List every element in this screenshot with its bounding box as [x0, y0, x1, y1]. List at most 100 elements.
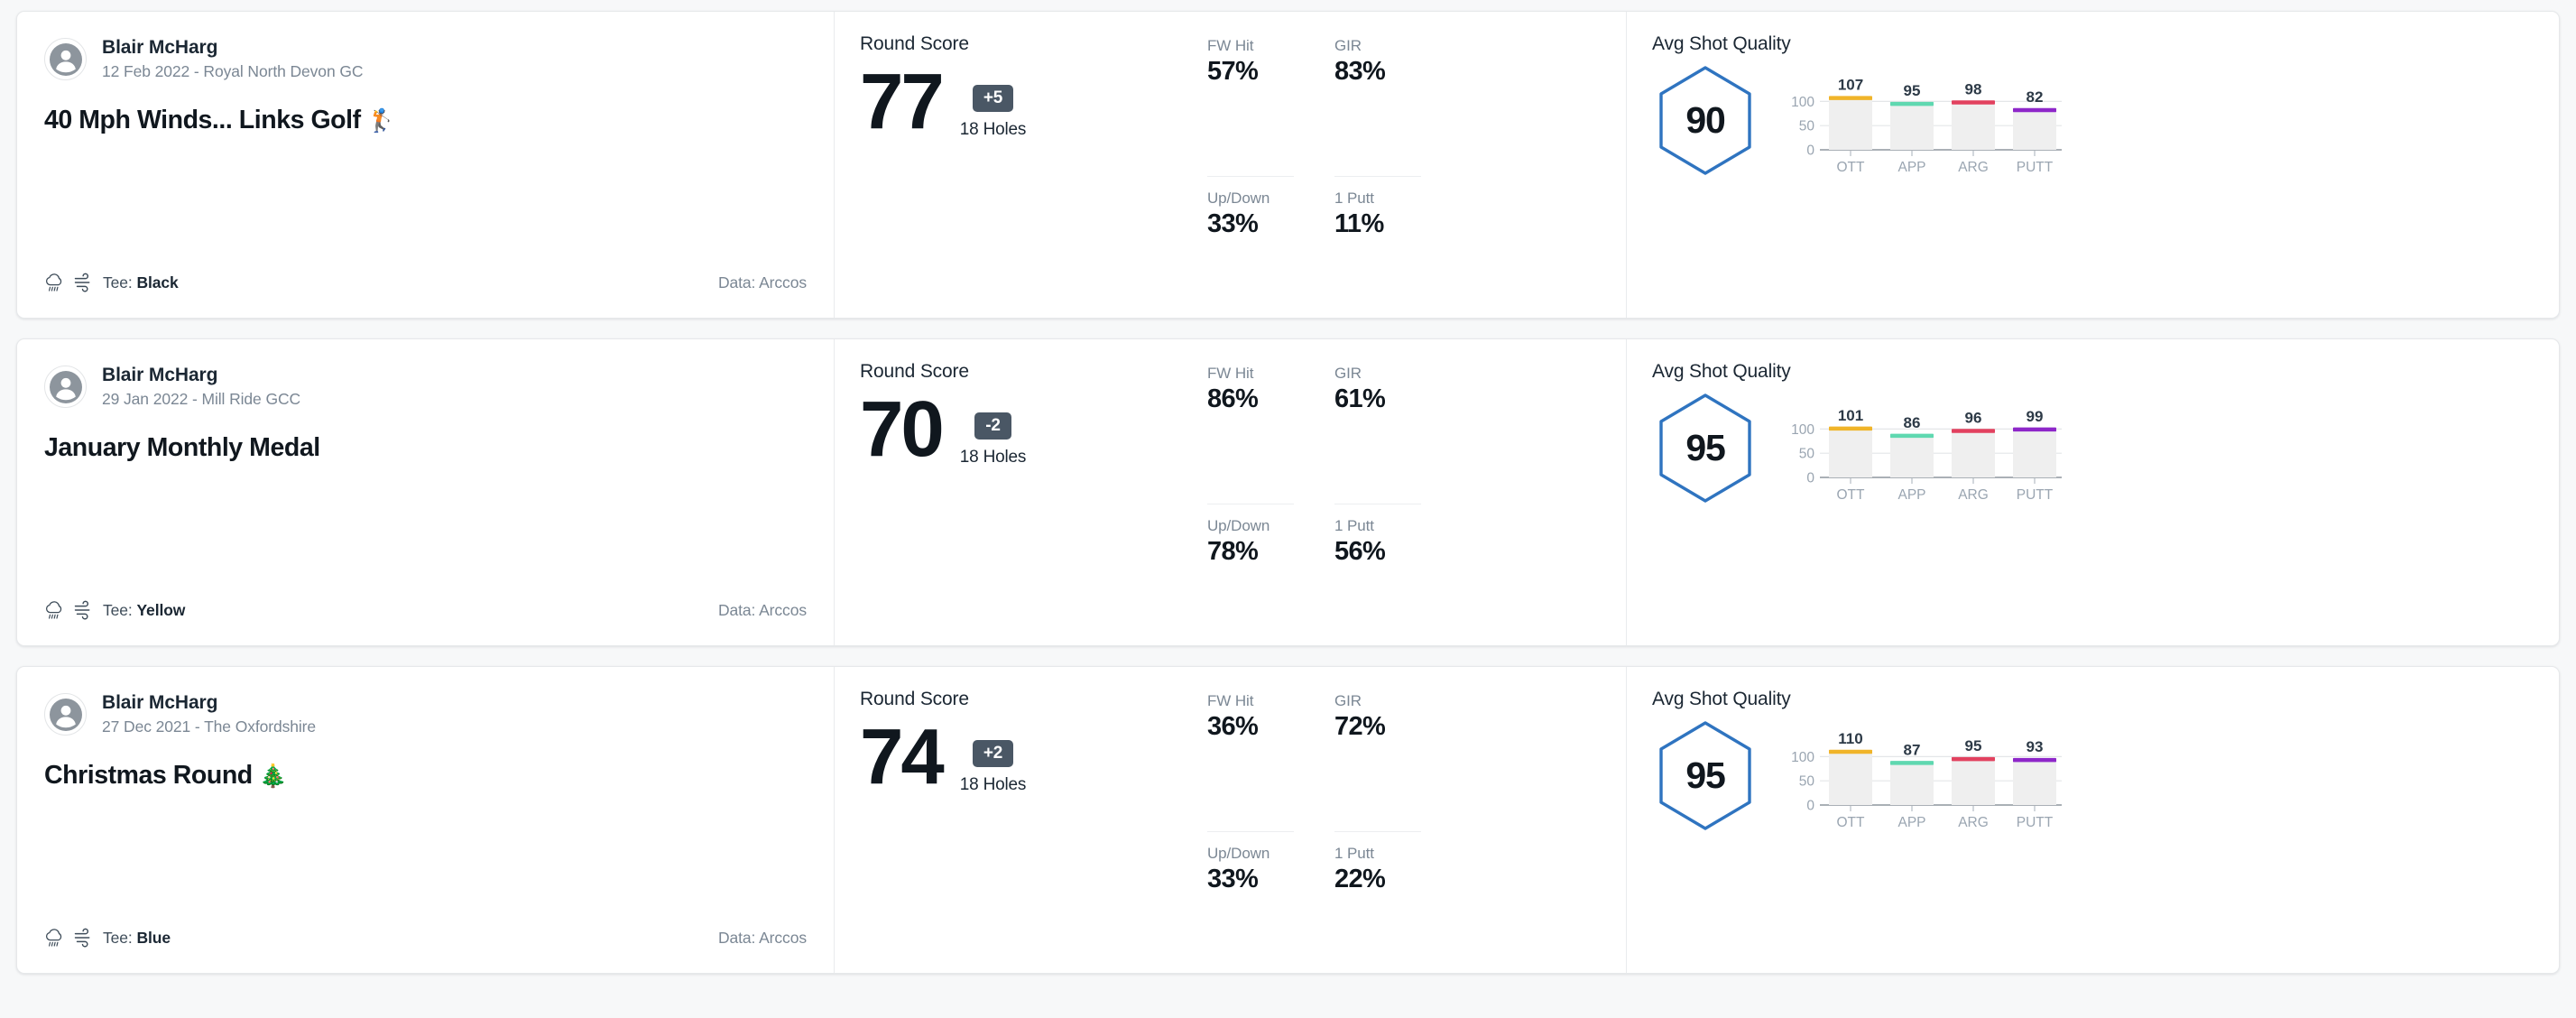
round-footer: Tee: Blue Data: Arccos: [44, 928, 807, 948]
stat-cell: Up/Down 33%: [1207, 845, 1294, 973]
holes-played-label: 18 Holes: [959, 775, 1027, 795]
identity-text: Blair McHarg 12 Feb 2022 - Royal North De…: [102, 37, 363, 81]
stat-cell: GIR 61%: [1334, 365, 1421, 504]
round-score-section: Round Score 77 +5 18 Holes FW Hit 57% GIR 83% Up…: [834, 12, 1626, 318]
data-source-value: Arccos: [759, 928, 807, 947]
score-side: +2 18 Holes: [960, 717, 1026, 795]
svg-text:93: 93: [2027, 738, 2044, 755]
stat-cell: Up/Down 78%: [1207, 517, 1294, 645]
tee-value: Yellow: [136, 600, 186, 619]
player-identity: Blair McHarg 29 Jan 2022 - Mill Ride GCC: [44, 365, 807, 409]
score-block: Round Score 77 +5 18 Holes: [860, 33, 1207, 318]
svg-text:50: 50: [1799, 774, 1815, 790]
svg-text:APP: APP: [1897, 160, 1925, 175]
svg-text:ARG: ARG: [1958, 160, 1989, 175]
shot-quality-chart: 100 50 0 110 OTT 87 APP 95 ARG 93 PUTT: [1786, 721, 2065, 834]
stat-value: 61%: [1334, 384, 1386, 413]
stat-cell: 1 Putt 56%: [1334, 517, 1421, 645]
round-title-text: 40 Mph Winds... Links Golf: [44, 106, 361, 134]
user-avatar-icon: [49, 42, 82, 76]
svg-text:98: 98: [1965, 80, 1982, 97]
player-identity: Blair McHarg 27 Dec 2021 - The Oxfordshir…: [44, 692, 807, 736]
round-title: 40 Mph Winds... Links Golf 🏌️: [44, 105, 807, 135]
avatar: [44, 366, 87, 408]
identity-text: Blair McHarg 27 Dec 2021 - The Oxfordshir…: [102, 692, 316, 736]
score-row: 70 -2 18 Holes: [860, 390, 1207, 468]
stat-value: 36%: [1207, 712, 1259, 741]
data-source-prefix: Data:: [717, 600, 760, 619]
rain-cloud-icon: [44, 600, 65, 620]
round-date-course: 27 Dec 2021 - The Oxfordshire: [102, 717, 317, 736]
round-score-section: Round Score 70 -2 18 Holes FW Hit 86% GIR 61% Up…: [834, 339, 1626, 645]
data-source-value: Arccos: [759, 600, 807, 619]
stat-value: 83%: [1334, 57, 1386, 86]
svg-text:100: 100: [1791, 95, 1814, 110]
player-name: Blair McHarg: [102, 365, 218, 385]
score-block: Round Score 70 -2 18 Holes: [860, 361, 1207, 645]
data-source: Data: Arccos: [718, 929, 807, 948]
tee-prefix: Tee:: [103, 928, 137, 947]
shot-quality-chart: 100 50 0 101 OTT 86 APP 96 ARG 99 PUTT: [1786, 393, 2065, 506]
shot-quality-value: 95: [1685, 754, 1725, 796]
round-card: Blair McHarg 12 Feb 2022 - Royal North De…: [16, 11, 2560, 319]
shot-quality-heading: Avg Shot Quality: [1652, 689, 1791, 709]
stat-cell: FW Hit 86%: [1207, 365, 1294, 504]
round-card: Blair McHarg 29 Jan 2022 - Mill Ride GCC J…: [16, 338, 2560, 646]
player-name: Blair McHarg: [102, 692, 218, 713]
stat-label: Up/Down: [1207, 845, 1270, 862]
svg-text:82: 82: [2027, 88, 2044, 106]
round-footer: Tee: Black Data: Arccos: [44, 273, 807, 292]
svg-text:0: 0: [1806, 799, 1814, 814]
stat-label: 1 Putt: [1334, 845, 1374, 862]
svg-text:ARG: ARG: [1958, 487, 1989, 503]
rain-cloud-icon: [44, 928, 65, 948]
round-title: January Monthly Medal: [44, 432, 807, 463]
svg-text:50: 50: [1799, 119, 1815, 134]
stat-cell: FW Hit 57%: [1207, 37, 1294, 177]
wind-icon: [73, 273, 95, 292]
score-side: +5 18 Holes: [960, 62, 1026, 140]
round-conditions: Tee: Blue: [44, 928, 171, 948]
round-title-text: January Monthly Medal: [44, 433, 320, 462]
shot-quality-value: 95: [1685, 427, 1725, 468]
score-differential-badge: +2: [972, 740, 1014, 768]
stat-label: GIR: [1334, 365, 1362, 382]
round-conditions: Tee: Black: [44, 273, 179, 292]
svg-text:OTT: OTT: [1837, 815, 1866, 830]
rain-cloud-icon: [44, 273, 65, 292]
tee-prefix: Tee:: [103, 600, 137, 619]
svg-text:100: 100: [1791, 750, 1814, 765]
stat-label: GIR: [1334, 37, 1362, 54]
shot-quality-body: 95 100 50 0 110 OTT 87 APP 95 ARG 93 PUTT: [1652, 719, 2532, 834]
round-summary: Blair McHarg 29 Jan 2022 - Mill Ride GCC J…: [17, 339, 834, 645]
round-score-heading: Round Score: [860, 361, 969, 382]
round-score-heading: Round Score: [860, 689, 969, 709]
identity-text: Blair McHarg 29 Jan 2022 - Mill Ride GCC: [102, 365, 300, 409]
data-source-prefix: Data:: [717, 928, 760, 947]
data-source: Data: Arccos: [718, 601, 807, 620]
stat-value: 78%: [1207, 537, 1259, 566]
svg-text:APP: APP: [1897, 815, 1925, 830]
round-stats-grid: FW Hit 86% GIR 61% Up/Down 78% 1 Putt 56%: [1207, 365, 1478, 645]
shot-quality-hexagon: 95: [1652, 392, 1759, 504]
stat-label: FW Hit: [1207, 692, 1254, 709]
stat-label: Up/Down: [1207, 190, 1270, 207]
score-block: Round Score 74 +2 18 Holes: [860, 689, 1207, 973]
round-date-course: 12 Feb 2022 - Royal North Devon GC: [102, 62, 364, 80]
svg-text:50: 50: [1799, 447, 1815, 462]
shot-quality-value: 90: [1685, 99, 1725, 141]
score-row: 74 +2 18 Holes: [860, 717, 1207, 796]
stat-value: 57%: [1207, 57, 1259, 86]
round-score-heading: Round Score: [860, 33, 969, 54]
stat-label: FW Hit: [1207, 37, 1254, 54]
round-date-course: 29 Jan 2022 - Mill Ride GCC: [102, 390, 301, 408]
svg-text:87: 87: [1904, 741, 1921, 758]
svg-text:ARG: ARG: [1958, 815, 1989, 830]
tee-label: Tee: Blue: [103, 929, 171, 948]
holes-played-label: 18 Holes: [959, 120, 1027, 140]
svg-text:OTT: OTT: [1837, 487, 1866, 503]
round-title-emoji: 🏌️: [367, 108, 395, 134]
stat-label: 1 Putt: [1334, 190, 1374, 207]
svg-text:99: 99: [2027, 408, 2044, 425]
round-stats-grid: FW Hit 57% GIR 83% Up/Down 33% 1 Putt 11%: [1207, 37, 1478, 318]
